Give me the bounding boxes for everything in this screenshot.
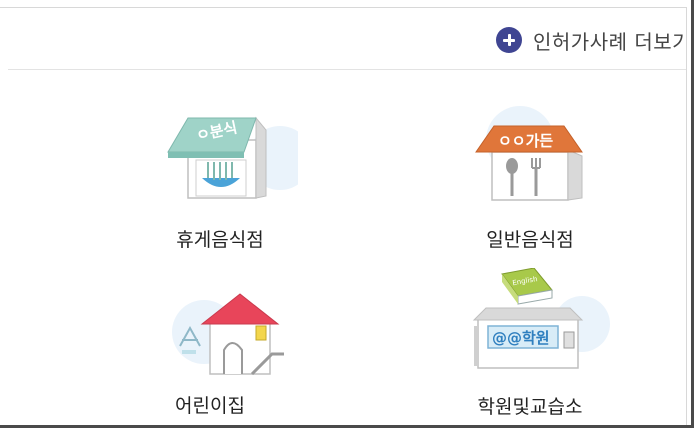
category-general-food[interactable]: ㅇㅇ가든 일반음식점 [440, 100, 620, 260]
top-border [0, 7, 686, 8]
category-academy[interactable]: English @@학원 학원및교습소 [440, 268, 620, 418]
app-frame: 인허가사례 더보기 ㅇ분식 휴게음식점 ㅇㅇ가든 일반음식점 어린이집 Engl… [0, 0, 694, 428]
more-cases-label: 인허가사례 더보기 [533, 29, 686, 54]
category-label: 일반음식점 [486, 229, 574, 251]
academy-icon: English @@학원 [472, 268, 610, 369]
restaurant-sign-text: ㅇㅇ가든 [498, 132, 553, 150]
academy-sign-text: @@학원 [492, 329, 550, 347]
right-border [686, 7, 687, 425]
more-cases-link[interactable]: 인허가사례 더보기 [496, 26, 686, 54]
category-label: 휴게음식점 [176, 229, 264, 251]
snack-shop-icon: ㅇ분식 [167, 116, 298, 199]
category-label: 어린이집 [175, 395, 245, 417]
daycare-icon [172, 293, 284, 376]
category-rest-food[interactable]: ㅇ분식 휴게음식점 [130, 100, 310, 260]
plus-circle-icon [496, 27, 522, 53]
category-label: 학원및교습소 [477, 396, 583, 418]
category-daycare[interactable]: 어린이집 [140, 288, 320, 418]
restaurant-icon: ㅇㅇ가든 [475, 106, 583, 201]
header-divider [8, 69, 686, 70]
